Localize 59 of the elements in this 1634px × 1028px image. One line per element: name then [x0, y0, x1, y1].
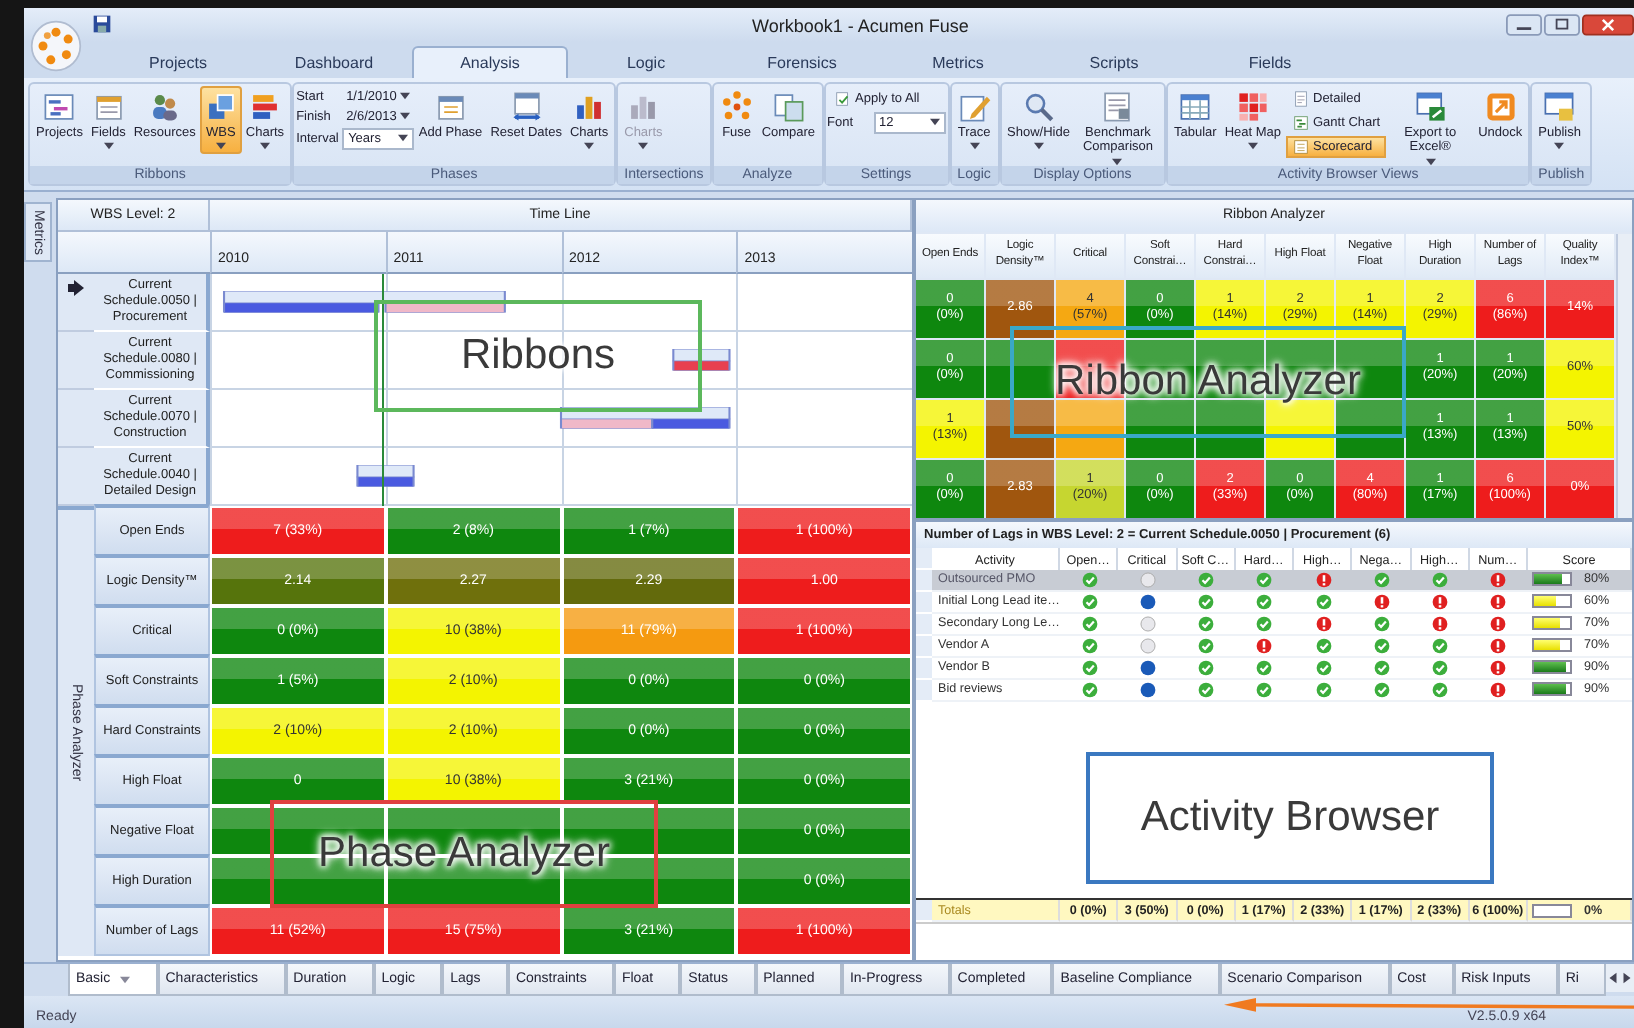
document-icon	[1100, 89, 1135, 124]
arrow-icon	[68, 279, 84, 296]
caret-icon	[215, 142, 226, 151]
metric-cell[interactable]	[1266, 399, 1334, 458]
menu-tab[interactable]: Metrics	[880, 45, 1036, 78]
menu-tab[interactable]: Scripts	[1036, 45, 1192, 78]
metric-cell[interactable]	[1196, 399, 1264, 458]
metric-cell[interactable]	[986, 339, 1054, 398]
dots-ring-icon	[719, 89, 754, 124]
menu-tab[interactable]: Analysis	[412, 45, 568, 78]
menu-tab[interactable]: Projects	[100, 45, 256, 78]
document-icon	[833, 89, 852, 108]
scroll-left-icon[interactable]	[1606, 964, 1621, 993]
documents-icon	[771, 89, 806, 124]
close-icon[interactable]	[1582, 13, 1634, 36]
caret-icon	[259, 142, 270, 151]
caret-icon	[584, 142, 595, 151]
caret-icon	[103, 142, 114, 151]
caret-icon	[1033, 142, 1044, 151]
caret-icon	[1247, 142, 1258, 151]
callout-tooltip: Ribbons	[374, 300, 702, 412]
minimize-icon[interactable]	[1506, 13, 1542, 36]
people-icon	[147, 89, 182, 124]
save-icon[interactable]	[92, 14, 112, 35]
menu-tab[interactable]: Fields	[1192, 45, 1348, 78]
menu-tab[interactable]: Dashboard	[256, 45, 412, 78]
metric-cell[interactable]	[1056, 399, 1124, 458]
row-selector[interactable]	[58, 273, 94, 332]
undock-icon	[1483, 89, 1518, 124]
menu-tab[interactable]: Logic	[568, 45, 724, 78]
document-icon	[1291, 113, 1309, 132]
caret-icon	[929, 118, 940, 127]
document-icon	[1291, 89, 1309, 108]
metric-cell[interactable]	[1126, 399, 1194, 458]
squares-icon	[203, 89, 238, 124]
stacked-bars-icon	[247, 89, 282, 124]
heat-map-icon	[1235, 89, 1270, 124]
caret-icon	[1554, 142, 1565, 151]
scrollbar[interactable]	[1616, 233, 1632, 518]
maximize-icon[interactable]	[1544, 13, 1580, 36]
score-bar	[1532, 903, 1572, 918]
table-icon	[1542, 89, 1577, 124]
document-icon	[1291, 137, 1309, 156]
gantt-icon	[42, 89, 77, 124]
window-title: Workbook1 - Acumen Fuse	[752, 16, 969, 36]
table-icon	[1178, 89, 1213, 124]
metric-cell[interactable]	[1336, 399, 1404, 458]
caret-icon	[398, 134, 409, 143]
app-logo-icon[interactable]	[30, 20, 82, 72]
magnifier-icon	[1021, 89, 1056, 124]
metric-cell[interactable]	[986, 399, 1054, 458]
caret-icon	[638, 142, 649, 151]
scroll-right-icon[interactable]	[1620, 964, 1634, 993]
callout-tooltip: Activity Browser	[1086, 752, 1494, 884]
caret-icon	[969, 142, 980, 151]
caret-icon	[120, 975, 131, 984]
calendar-icon	[509, 89, 544, 124]
menu-tab[interactable]: Forensics	[724, 45, 880, 78]
table-icon	[1413, 89, 1448, 124]
